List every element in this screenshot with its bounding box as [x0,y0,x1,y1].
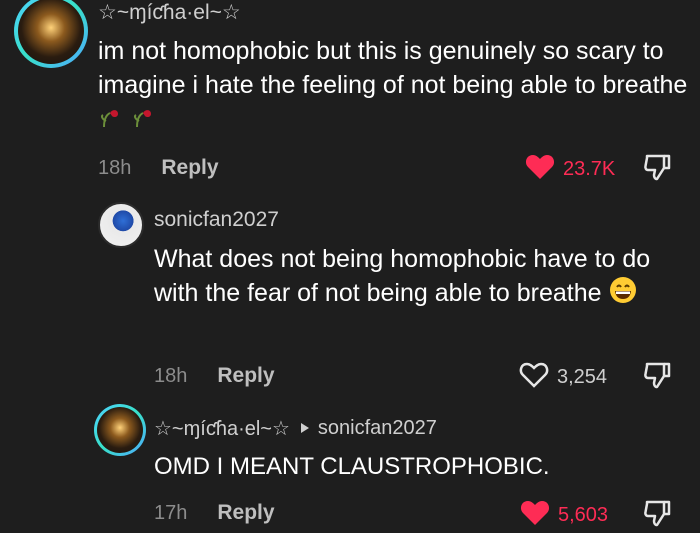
reply-button[interactable]: Reply [217,364,274,388]
caret-right-icon [300,417,310,440]
comment-text: OMD I MEANT CLAUSTROPHOBIC. [154,450,684,484]
avatar[interactable] [14,0,88,68]
comment-username[interactable]: ☆~ɱíƈɦa·el~☆ [98,0,241,25]
comment-time: 18h [154,364,188,387]
avatar[interactable] [94,404,146,456]
reply-button[interactable]: Reply [217,501,274,525]
dislike-button[interactable] [642,498,672,533]
thumbs-down-icon [642,500,672,532]
like-count: 3,254 [557,365,608,388]
comment-username: ☆~ɱíƈɦa·el~☆ sonicfan2027 [154,416,437,441]
dislike-button[interactable] [642,152,672,187]
dislike-button[interactable] [642,360,672,395]
comment-meta: 17h Reply [154,501,275,525]
comment-text: im not homophobic but this is genuinely … [98,34,688,138]
thumbs-down-icon [642,362,672,394]
comment-meta: 18h Reply [154,364,275,388]
wilted-flower-icon [98,103,124,138]
like-button[interactable]: 3,254 [519,360,607,394]
comment-time: 18h [98,156,132,179]
comment-text-content: What does not being homophobic have to d… [154,245,651,308]
reply-to-username[interactable]: sonicfan2027 [318,417,437,440]
like-button[interactable]: 23.7K [525,152,615,186]
like-count: 23.7K [563,157,616,180]
comment-text: What does not being homophobic have to d… [154,242,684,313]
comment-time: 17h [154,501,188,524]
heart-outline-icon [519,360,549,394]
wilted-flower-icon [131,103,157,138]
reply-button[interactable]: Reply [161,156,218,180]
comment-text-content: OMD I MEANT CLAUSTROPHOBIC. [154,453,550,480]
heart-filled-icon [520,498,550,532]
like-count: 5,603 [558,503,609,526]
thumbs-down-icon [642,154,672,186]
comment-username[interactable]: sonicfan2027 [154,208,279,232]
comment-username-text[interactable]: ☆~ɱíƈɦa·el~☆ [154,416,290,441]
comment-text-content: im not homophobic but this is genuinely … [98,37,688,99]
grinning-face-icon [609,276,637,313]
comment-meta: 18h Reply [98,156,219,180]
avatar[interactable] [98,202,144,248]
like-button[interactable]: 5,603 [520,498,608,532]
heart-filled-icon [525,152,555,186]
